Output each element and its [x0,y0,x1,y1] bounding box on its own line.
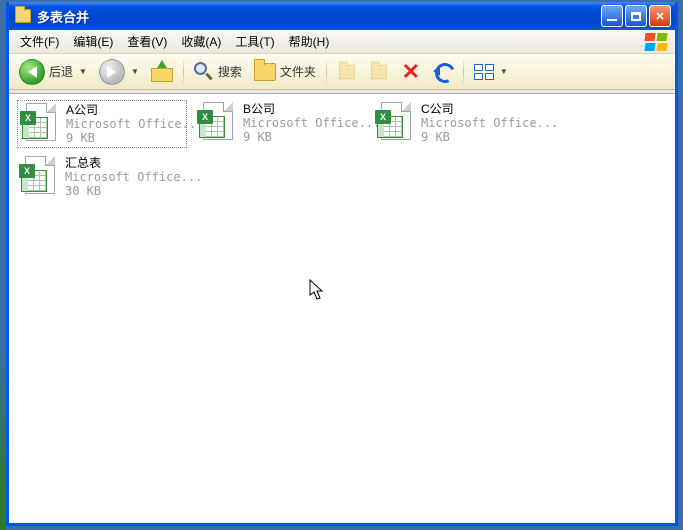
file-size: 9 KB [66,131,184,145]
excel-file-icon: X [19,156,59,198]
excel-file-icon: X [197,102,237,144]
toolbar: 后退 ▼ ▼ 搜索 文件夹 ✕ [9,54,675,90]
up-folder-icon [151,62,173,82]
move-to-icon [337,62,357,82]
chevron-down-icon[interactable]: ▼ [79,67,87,76]
close-icon: × [656,9,665,24]
menu-file[interactable]: 文件(F) [13,31,66,52]
file-name: C公司 [421,102,541,116]
move-to-button[interactable] [333,60,361,84]
file-tile[interactable]: X汇总表Microsoft Office...30 KB [17,154,187,202]
file-meta: C公司Microsoft Office...9 KB [421,102,541,144]
file-type: Microsoft Office... [66,117,184,131]
folder-content[interactable]: XA公司Microsoft Office...9 KBXB公司Microsoft… [9,94,675,523]
excel-file-icon: X [375,102,415,144]
views-button[interactable]: ▼ [470,62,512,82]
window-title: 多表合并 [37,7,89,26]
cursor-icon [309,279,325,304]
copy-to-button[interactable] [365,60,393,84]
separator [463,58,464,86]
search-label: 搜索 [218,63,242,80]
menu-bar: 文件(F) 编辑(E) 查看(V) 收藏(A) 工具(T) 帮助(H) [9,30,675,54]
file-size: 9 KB [421,130,541,144]
undo-icon [433,62,453,82]
back-icon [19,59,45,85]
file-name: 汇总表 [65,156,185,170]
menu-edit[interactable]: 编辑(E) [66,31,120,52]
menu-help[interactable]: 帮助(H) [282,31,337,52]
file-tile[interactable]: XC公司Microsoft Office...9 KB [373,100,543,148]
folders-button[interactable]: 文件夹 [250,61,320,83]
menu-favorites[interactable]: 收藏(A) [174,31,228,52]
search-button[interactable]: 搜索 [190,60,246,84]
copy-to-icon [369,62,389,82]
forward-icon [99,59,125,85]
views-icon [474,64,494,80]
explorer-window: 多表合并 × 文件(F) 编辑(E) 查看(V) 收藏(A) 工具(T) 帮助(… [6,2,678,526]
up-button[interactable] [147,60,177,84]
file-type: Microsoft Office... [243,116,363,130]
file-meta: 汇总表Microsoft Office...30 KB [65,156,185,198]
chevron-down-icon[interactable]: ▼ [131,67,139,76]
file-name: B公司 [243,102,363,116]
file-tiles: XA公司Microsoft Office...9 KBXB公司Microsoft… [17,100,667,202]
folder-icon [15,9,31,23]
back-label: 后退 [49,63,73,80]
separator [326,58,327,86]
chevron-down-icon[interactable]: ▼ [500,67,508,76]
search-icon [194,62,214,82]
file-size: 9 KB [243,130,363,144]
excel-file-icon: X [20,103,60,145]
windows-logo-icon [643,32,671,52]
file-meta: B公司Microsoft Office...9 KB [243,102,363,144]
undo-button[interactable] [429,60,457,84]
maximize-icon [631,12,641,21]
file-meta: A公司Microsoft Office...9 KB [66,103,184,145]
folders-icon [254,63,276,81]
back-button[interactable]: 后退 ▼ [15,57,91,87]
file-name: A公司 [66,103,184,117]
file-type: Microsoft Office... [65,170,185,184]
file-size: 30 KB [65,184,185,198]
delete-button[interactable]: ✕ [397,60,425,84]
title-bar[interactable]: 多表合并 × [9,2,675,30]
separator [183,58,184,86]
close-button[interactable]: × [649,5,671,27]
minimize-icon [607,19,617,21]
window-controls: × [601,5,671,27]
file-type: Microsoft Office... [421,116,541,130]
forward-button[interactable]: ▼ [95,57,143,87]
menu-tools[interactable]: 工具(T) [228,31,281,52]
delete-icon: ✕ [401,62,421,82]
folders-label: 文件夹 [280,63,316,80]
file-tile[interactable]: XB公司Microsoft Office...9 KB [195,100,365,148]
menu-view[interactable]: 查看(V) [120,31,174,52]
maximize-button[interactable] [625,5,647,27]
minimize-button[interactable] [601,5,623,27]
file-tile[interactable]: XA公司Microsoft Office...9 KB [17,100,187,148]
